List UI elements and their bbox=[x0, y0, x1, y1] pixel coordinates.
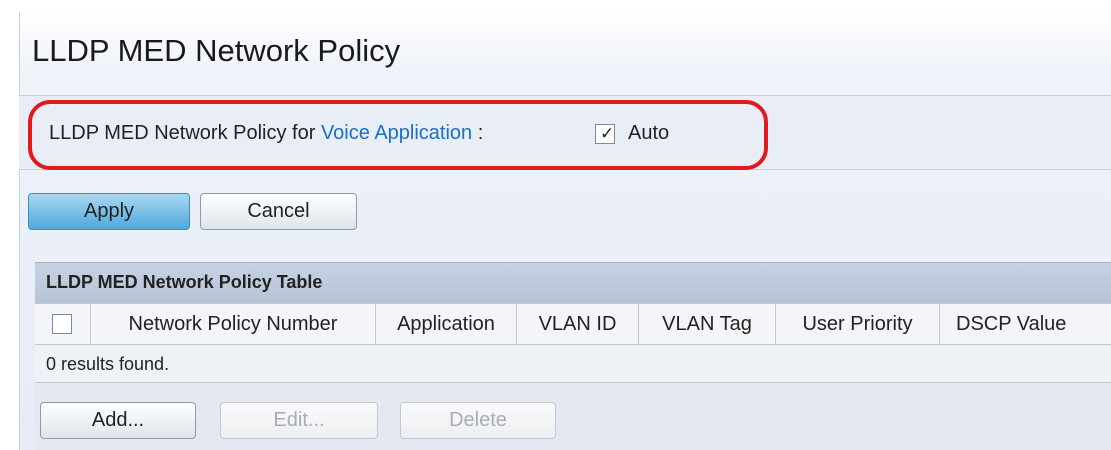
checkmark-icon: ✓ bbox=[600, 124, 615, 143]
voice-policy-label-suffix: : bbox=[472, 122, 484, 144]
add-button[interactable]: Add... bbox=[40, 402, 196, 439]
column-header-user-priority[interactable]: User Priority bbox=[776, 303, 940, 345]
delete-button[interactable]: Delete bbox=[400, 402, 556, 439]
results-count: 0 results found. bbox=[46, 354, 170, 374]
auto-checkbox[interactable]: ✓ bbox=[595, 124, 615, 144]
auto-label: Auto bbox=[628, 122, 670, 144]
column-header-vlan-id[interactable]: VLAN ID bbox=[517, 303, 639, 345]
column-header-vlan-tag[interactable]: VLAN Tag bbox=[639, 303, 776, 345]
cancel-button[interactable]: Cancel bbox=[200, 193, 357, 230]
page-title: LLDP MED Network Policy bbox=[32, 33, 401, 68]
voice-application-link[interactable]: Voice Application bbox=[321, 122, 472, 144]
column-header-dscp-value[interactable]: DSCP Value bbox=[940, 303, 1111, 345]
table-title: LLDP MED Network Policy Table bbox=[46, 272, 323, 292]
column-header-application[interactable]: Application bbox=[376, 303, 517, 345]
edit-button[interactable]: Edit... bbox=[220, 402, 378, 439]
select-all-checkbox[interactable] bbox=[52, 314, 72, 334]
column-header-network-policy-number[interactable]: Network Policy Number bbox=[91, 303, 376, 345]
table-footer bbox=[35, 383, 1111, 450]
voice-policy-label-prefix: LLDP MED Network Policy for bbox=[49, 122, 321, 144]
apply-button[interactable]: Apply bbox=[28, 193, 190, 230]
voice-policy-label: LLDP MED Network Policy for Voice Applic… bbox=[49, 122, 483, 145]
results-row bbox=[35, 345, 1111, 383]
